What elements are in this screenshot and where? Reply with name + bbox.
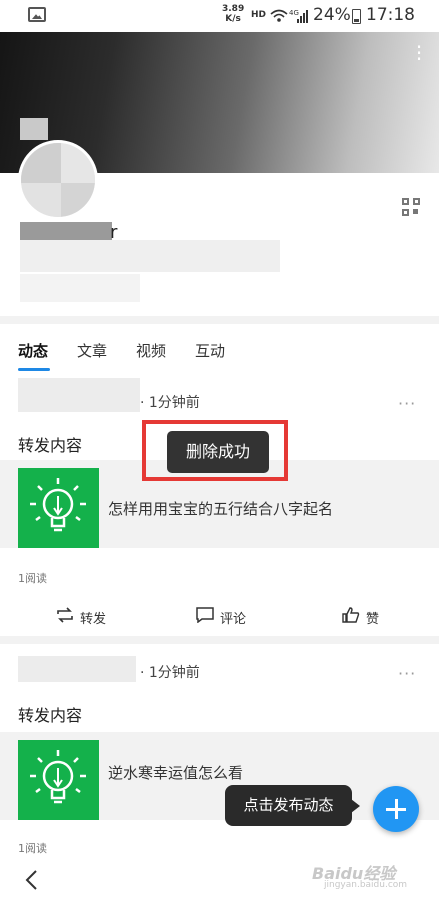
tab-videos[interactable]: 视频 [136,340,166,361]
profile-info-blurred [20,274,140,302]
battery-level: 24% [313,5,351,25]
lightbulb-icon [30,750,86,804]
tab-articles[interactable]: 文章 [77,340,107,361]
share-button[interactable]: 转发 [57,607,106,627]
battery-icon [352,9,361,24]
svg-text:4G: 4G [289,9,299,17]
repost-text: 转发内容 [18,706,83,725]
post-time: · 1分钟前 [140,395,200,411]
article-title: 怎样用用宝宝的五行结合八字起名 [108,500,334,518]
post-time: · 1分钟前 [140,665,200,681]
wifi-signal-icon: 4G [270,8,310,27]
article-title: 逆水寒幸运值怎么看 [108,764,244,782]
read-count: 1阅读 [18,572,47,585]
post-more-button[interactable]: ··· [398,394,416,413]
qr-code-icon[interactable] [402,198,420,216]
more-options-icon[interactable]: · · · [415,37,423,69]
tab-bar: 动态 文章 视频 互动 [0,324,439,374]
article-thumbnail [18,740,99,820]
read-count: 1阅读 [18,842,47,855]
post-card: · 1分钟前 ··· 转发内容 怎样用用宝宝的五行结合八字起名 1阅读 转发 评… [0,374,439,636]
article-thumbnail [18,468,99,548]
username-blurred [20,222,112,242]
like-button[interactable]: 赞 [342,607,379,627]
profile-info-blurred [20,240,280,272]
author-blurred [18,378,140,412]
active-tab-indicator [18,368,50,371]
lightbulb-icon [30,478,86,532]
comment-button[interactable]: 评论 [196,607,246,627]
thumbs-up-icon [342,607,360,623]
tab-interactions[interactable]: 互动 [195,340,225,361]
watermark-url: jingyan.baidu.com [324,880,408,890]
divider [0,636,439,644]
publish-tip: 点击发布动态 [225,785,360,826]
post-more-button[interactable]: ··· [398,664,416,683]
avatar[interactable] [18,140,98,220]
author-blurred [18,656,136,682]
status-bar: 3.89 K/s HD 4G 24% 17:18 [0,0,439,32]
toast-message: 删除成功 [167,431,269,473]
gallery-notification-icon [28,7,46,22]
comment-icon [196,607,214,623]
clock: 17:18 [366,5,415,25]
post-card: · 1分钟前 ··· 转发内容 逆水寒幸运值怎么看 1阅读 [0,644,439,859]
tab-dynamics[interactable]: 动态 [18,340,48,361]
divider [0,316,439,324]
back-icon[interactable] [24,869,38,897]
blurred-region [20,118,48,140]
share-icon [57,607,73,623]
network-speed: 3.89 K/s [222,4,245,24]
publish-button[interactable] [373,786,419,832]
hd-indicator: HD [251,10,267,20]
repost-text: 转发内容 [18,436,83,455]
